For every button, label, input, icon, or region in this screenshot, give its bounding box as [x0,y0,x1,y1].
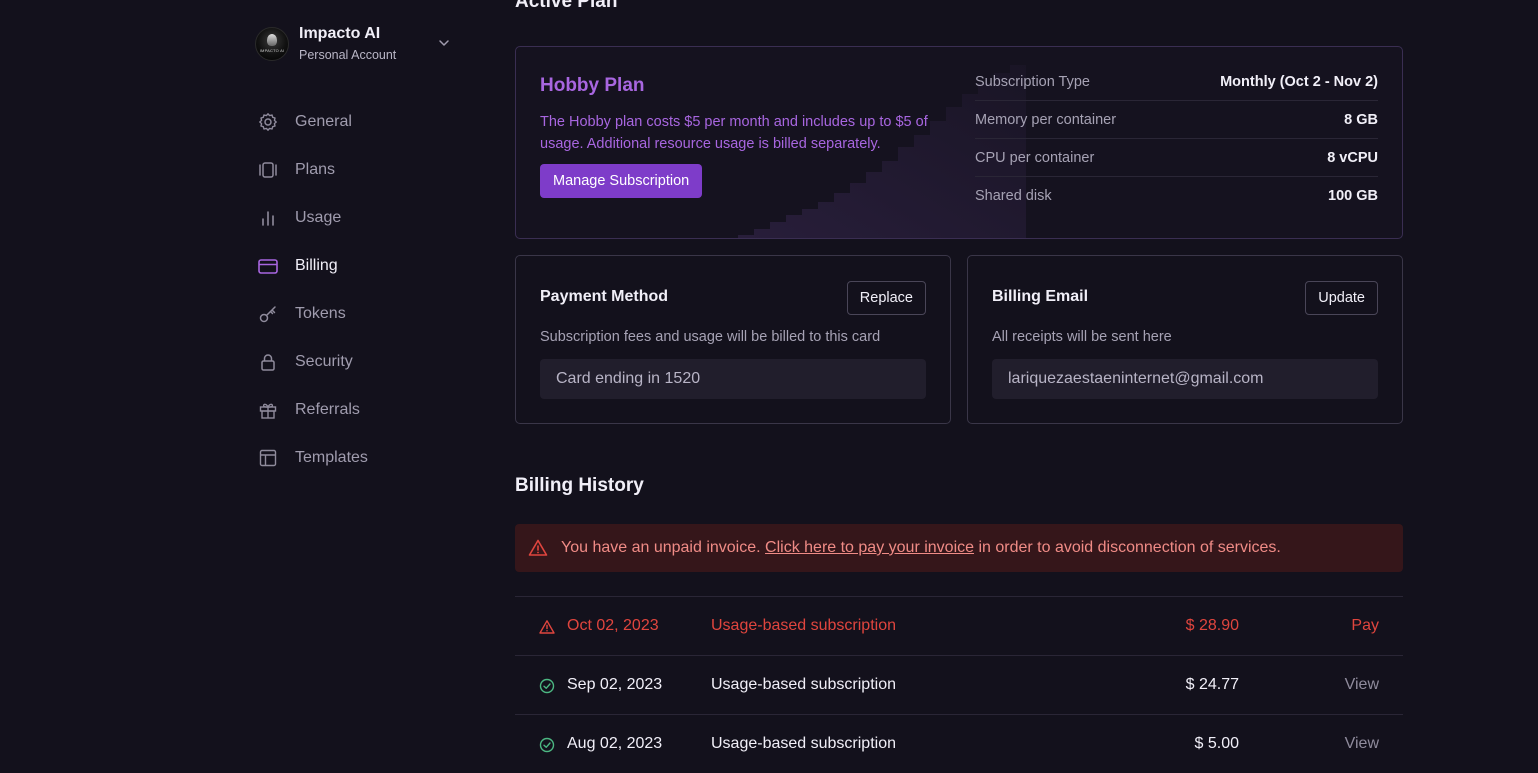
plan-card: Hobby Plan The Hobby plan costs $5 per m… [515,46,1403,239]
table-row: Aug 02, 2023 Usage-based subscription $ … [515,714,1403,773]
view-invoice-button[interactable]: View [1345,676,1379,694]
spec-value: 8 vCPU [1327,149,1378,166]
sidebar-item-templates[interactable]: Templates [257,434,477,482]
lock-icon [257,351,279,373]
alert-suffix: in order to avoid disconnection of servi… [978,539,1281,556]
avatar: IMPACTO AI [255,27,289,61]
payment-method-title: Payment Method [540,288,669,305]
invoice-date: Aug 02, 2023 [567,735,663,752]
spec-label: CPU per container [975,149,1095,166]
bar-chart-icon [257,207,279,229]
card-ending-field: Card ending in 1520 [540,359,926,399]
spec-value: Monthly (Oct 2 - Nov 2) [1220,73,1378,90]
account-type: Personal Account [299,48,397,62]
sidebar-item-label: General [295,113,352,130]
update-email-button[interactable]: Update [1305,281,1378,315]
billing-history-title: Billing History [515,475,644,496]
sidebar-item-general[interactable]: General [257,98,477,146]
sidebar-item-label: Usage [295,209,342,226]
spec-row: Memory per container 8 GB [975,101,1378,139]
invoice-description: Usage-based subscription [711,735,896,752]
sidebar-item-usage[interactable]: Usage [257,194,477,242]
unpaid-invoice-alert: You have an unpaid invoice. Click here t… [515,524,1403,572]
sidebar-item-security[interactable]: Security [257,338,477,386]
key-icon [257,303,279,325]
invoice-date: Sep 02, 2023 [567,676,663,693]
billing-email-subtitle: All receipts will be sent here [992,329,1172,345]
logo-icon [267,34,277,46]
spec-label: Subscription Type [975,73,1090,90]
plan-title: Hobby Plan [540,75,645,96]
pay-invoice-link[interactable]: Click here to pay your invoice [765,539,974,556]
active-plan-heading: Active Plan [515,0,618,12]
sidebar-item-label: Referrals [295,401,360,418]
spec-label: Shared disk [975,187,1052,204]
invoice-amount: $ 5.00 [1194,735,1239,752]
table-row: Sep 02, 2023 Usage-based subscription $ … [515,655,1403,714]
plan-description: The Hobby plan costs $5 per month and in… [540,114,928,152]
invoice-description: Usage-based subscription [711,676,896,693]
check-circle-icon [539,737,555,753]
spec-label: Memory per container [975,111,1117,128]
avatar-logo-text: IMPACTO AI [259,48,285,53]
chevron-down-icon[interactable] [437,36,451,50]
credit-card-icon [257,255,279,277]
gear-icon [257,111,279,133]
table-row: Oct 02, 2023 Usage-based subscription $ … [515,596,1403,655]
account-switcher[interactable]: IMPACTO AI Impacto AI Personal Account [255,24,455,64]
billing-email-field: lariquezaestaeninternet@gmail.com [992,359,1378,399]
billing-history-table: Oct 02, 2023 Usage-based subscription $ … [515,596,1403,773]
sidebar-nav: General Plans Usage Billing Tokens Secur… [257,98,477,482]
sidebar-item-tokens[interactable]: Tokens [257,290,477,338]
view-invoice-button[interactable]: View [1345,735,1379,753]
spec-value: 100 GB [1328,187,1378,204]
check-circle-icon [539,678,555,694]
manage-subscription-button[interactable]: Manage Subscription [540,164,703,198]
sidebar-item-referrals[interactable]: Referrals [257,386,477,434]
spec-row: CPU per container 8 vCPU [975,139,1378,177]
sidebar-item-label: Plans [295,161,336,178]
plans-icon [257,159,279,181]
invoice-amount: $ 24.77 [1185,676,1239,693]
spec-row: Shared disk 100 GB [975,177,1378,214]
pay-invoice-button[interactable]: Pay [1351,617,1379,635]
alert-text: You have an unpaid invoice. Click here t… [561,539,1281,557]
invoice-date: Oct 02, 2023 [567,617,659,634]
payment-method-card: Payment Method Replace Subscription fees… [515,255,951,424]
sidebar-item-label: Billing [295,257,338,274]
alert-prefix: You have an unpaid invoice. [561,539,761,556]
sidebar-item-label: Security [295,353,353,370]
spec-value: 8 GB [1344,111,1378,128]
spec-row: Subscription Type Monthly (Oct 2 - Nov 2… [975,63,1378,101]
sidebar-item-plans[interactable]: Plans [257,146,477,194]
replace-card-button[interactable]: Replace [846,281,926,315]
sidebar-item-billing[interactable]: Billing [257,242,477,290]
invoice-description: Usage-based subscription [711,617,896,634]
template-icon [257,447,279,469]
warning-icon [539,620,555,634]
sidebar-item-label: Tokens [295,305,346,322]
gift-icon [257,399,279,421]
payment-method-subtitle: Subscription fees and usage will be bill… [540,329,881,345]
sidebar-item-label: Templates [295,449,368,466]
warning-icon [528,539,548,556]
account-name: Impacto AI [299,25,381,42]
plan-spec-list: Subscription Type Monthly (Oct 2 - Nov 2… [975,63,1378,214]
billing-email-title: Billing Email [992,288,1089,305]
billing-email-card: Billing Email Update All receipts will b… [967,255,1403,424]
invoice-amount: $ 28.90 [1185,617,1239,634]
